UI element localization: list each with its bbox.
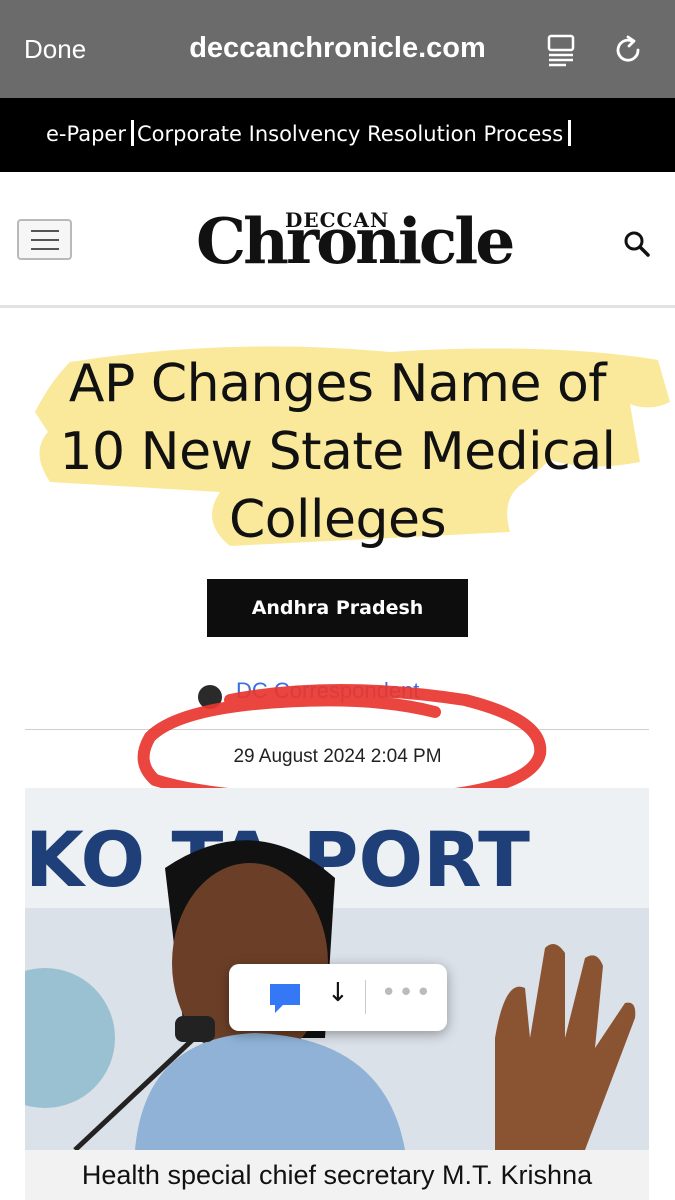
hamburger-menu-icon[interactable] xyxy=(17,219,72,260)
more-options-icon[interactable]: ••• xyxy=(381,978,433,1008)
category-button[interactable]: Andhra Pradesh xyxy=(207,579,468,637)
site-header: Chronicle DECCAN xyxy=(0,172,675,308)
ticker-link-epaper[interactable]: e-Paper xyxy=(46,122,126,146)
site-logo-top: DECCAN xyxy=(285,208,390,232)
headline-line: Colleges xyxy=(228,490,447,550)
reload-icon[interactable] xyxy=(612,33,646,67)
caption-bar: Health special chief secretary M.T. Kris… xyxy=(25,1150,649,1200)
comment-icon[interactable] xyxy=(267,980,303,1016)
photo-caption: Health special chief secretary M.T. Kris… xyxy=(81,1160,593,1190)
ticker-separator xyxy=(568,120,572,146)
top-ticker: e-Paper Corporate Insolvency Resolution P… xyxy=(0,98,675,172)
divider xyxy=(25,729,649,730)
floating-toolbar: ↓ ••• xyxy=(229,964,447,1031)
author-link[interactable]: DC Correspondent xyxy=(236,678,419,704)
download-arrow-icon[interactable]: ↓ xyxy=(327,978,349,1008)
article-headline: AP Changes Name of 10 New State Medical … xyxy=(20,350,655,554)
ticker-separator xyxy=(130,120,134,146)
toolbar-separator xyxy=(365,980,366,1014)
browser-toolbar: Done deccanchronicle.com xyxy=(0,0,675,98)
publish-date: 29 August 2024 2:04 PM xyxy=(233,746,442,767)
reader-view-icon[interactable] xyxy=(546,34,578,68)
headline-line: 10 New State Medical xyxy=(59,422,616,482)
search-icon[interactable] xyxy=(621,228,653,260)
done-button[interactable]: Done xyxy=(24,34,86,65)
author-avatar xyxy=(198,685,222,709)
ticker-link-insolvency[interactable]: Corporate Insolvency Resolution Process xyxy=(137,122,563,146)
headline-line: AP Changes Name of xyxy=(68,354,607,414)
